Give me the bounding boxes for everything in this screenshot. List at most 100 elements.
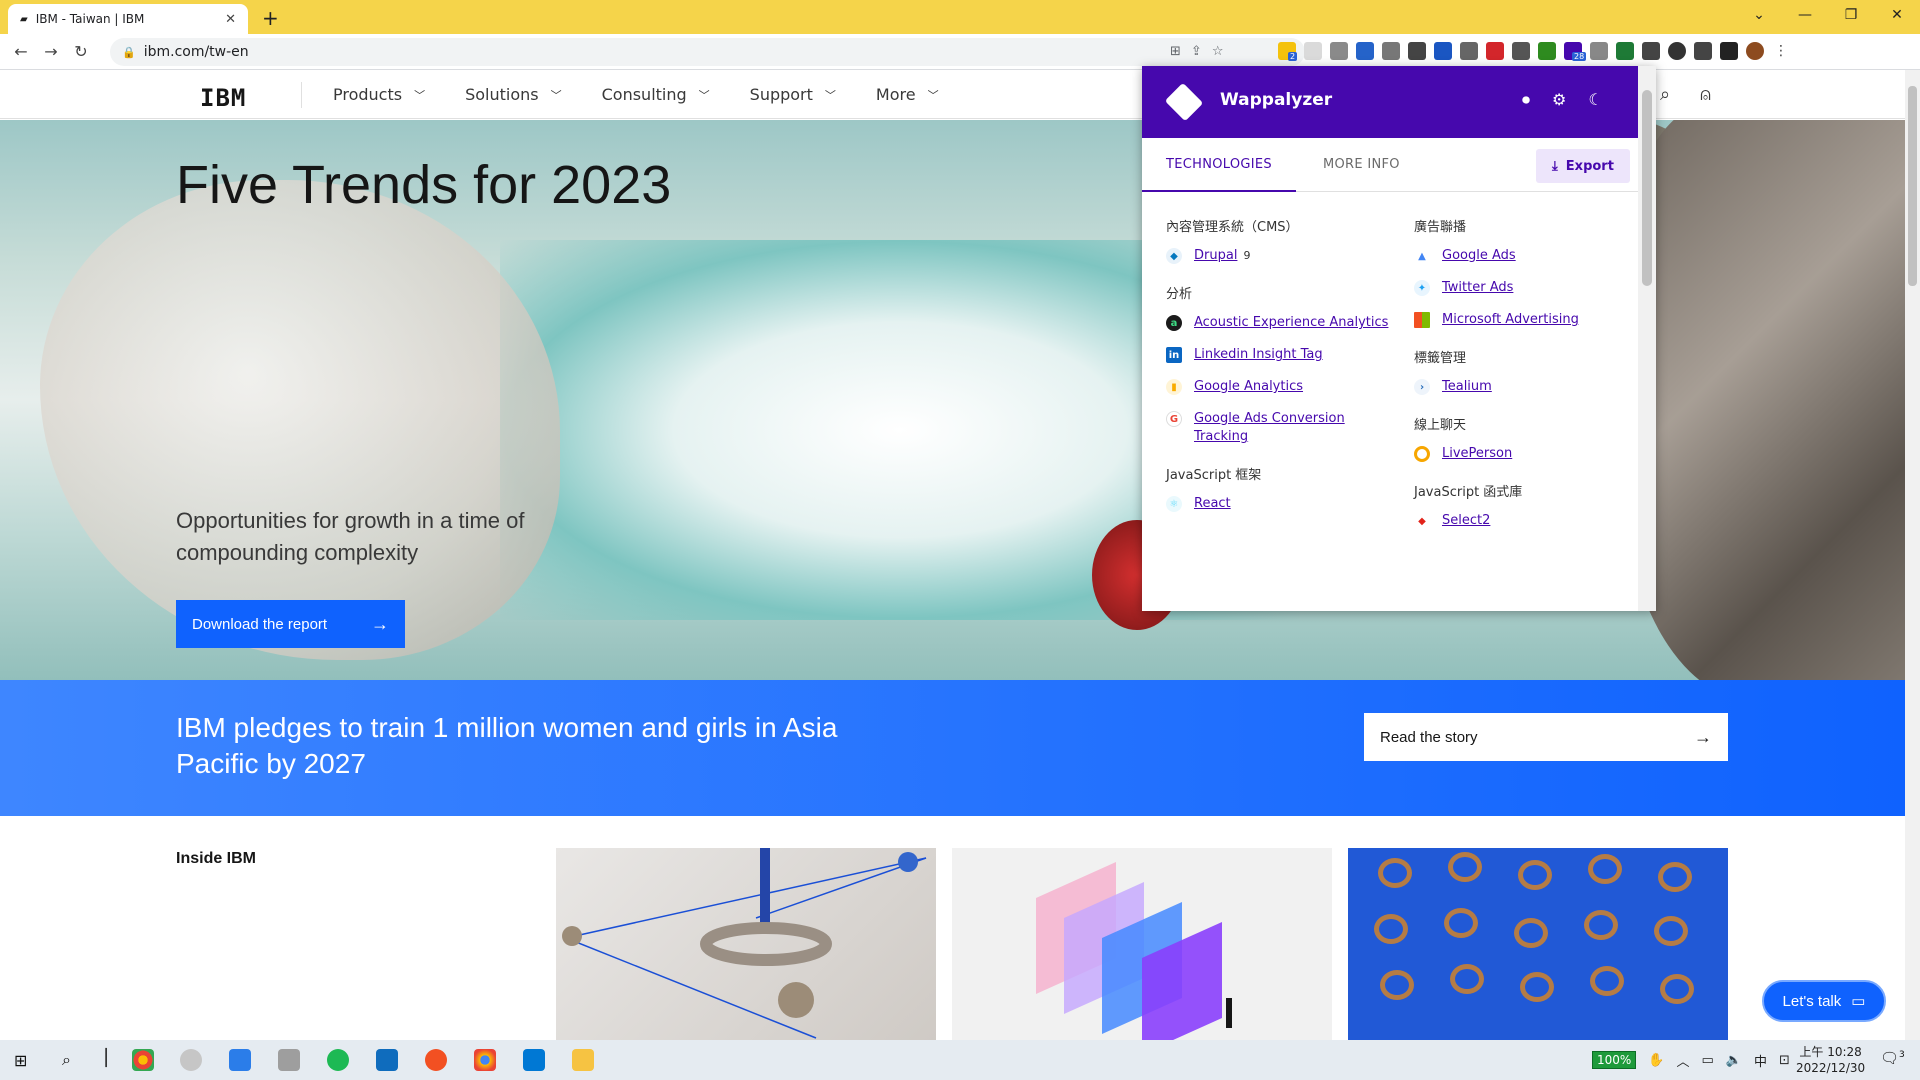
tech-name[interactable]: Google Ads [1442,247,1516,265]
close-window-icon[interactable]: ✕ [1874,0,1920,30]
chevron-up-icon[interactable]: ︿ [1677,1051,1690,1070]
lets-talk-button[interactable]: Let's talk ▭ [1762,980,1886,1022]
bw-extension-icon[interactable] [1538,42,1556,60]
nav-solutions[interactable]: Solutions ﹀ [465,70,562,119]
lock-icon[interactable]: 🔒 [122,46,136,59]
task-view-icon[interactable]: ⎪ [100,1048,112,1067]
restore-icon[interactable]: ❐ [1828,0,1874,30]
tech-item[interactable]: ◆ Drupal 9 [1166,247,1396,265]
chrome-menu-icon[interactable]: ⋮ [1772,42,1790,60]
battery-icon[interactable]: ▭ [1702,1053,1714,1068]
chrome-icon[interactable] [474,1049,496,1071]
tab-more-info[interactable]: MORE INFO [1299,138,1424,192]
search-icon[interactable]: ⌕ [62,1050,71,1070]
tech-name[interactable]: Google Analytics [1194,378,1303,396]
code-extension-icon[interactable] [1330,42,1348,60]
reload-icon[interactable]: ↻ [66,42,96,61]
extension-icon-13[interactable] [1590,42,1608,60]
tech-item[interactable]: Microsoft Advertising [1414,311,1644,329]
tech-item[interactable]: ▲ Google Ads [1414,247,1644,265]
move-extension-icon[interactable] [1460,42,1478,60]
vue-extension-icon[interactable] [1434,42,1452,60]
tech-name[interactable]: Microsoft Advertising [1442,311,1579,329]
export-button[interactable]: ⤓ Export [1536,149,1630,183]
outlook-icon[interactable] [376,1049,398,1071]
tech-name[interactable]: Linkedin Insight Tag [1194,346,1323,364]
toggle-icon[interactable]: ⏺ [1522,90,1530,110]
tech-name[interactable]: Google Ads Conversion Tracking [1194,410,1396,446]
nav-consulting[interactable]: Consulting ﹀ [602,70,710,119]
tech-name[interactable]: React [1194,495,1231,513]
wappalyzer-extension-icon[interactable]: 28 [1564,42,1587,61]
tech-item[interactable]: › Tealium [1414,378,1644,396]
ibm-logo[interactable]: IBM [200,84,246,112]
store-icon[interactable] [523,1049,545,1071]
taskbar-clock[interactable]: 上午 10:28 2022/12/30 [1796,1044,1865,1076]
nav-more[interactable]: More ﹀ [876,70,939,119]
inside-card-1[interactable] [556,848,936,1040]
tech-item[interactable]: ⚛ React [1166,495,1396,513]
gear-extension-icon[interactable] [1382,42,1400,60]
tech-name[interactable]: Drupal [1194,248,1237,263]
scrollbar-thumb[interactable] [1908,86,1917,286]
new-tab-button[interactable]: + [262,6,279,30]
spotify-icon[interactable] [327,1049,349,1071]
minimize-icon[interactable]: — [1782,0,1828,30]
page-scrollbar[interactable] [1905,70,1920,1040]
tech-name[interactable]: Twitter Ads [1442,279,1513,297]
color-extension-icon[interactable] [1668,42,1686,60]
tab-search-icon[interactable]: ⌄ [1736,0,1782,30]
windows-start-icon[interactable]: ⊞ [14,1051,27,1070]
share-icon[interactable]: ⇪ [1191,38,1202,66]
tech-name[interactable]: Acoustic Experience Analytics [1194,314,1388,332]
read-story-button[interactable]: Read the story → [1364,713,1728,761]
close-tab-icon[interactable]: ✕ [225,12,236,27]
back-icon[interactable]: ← [6,42,36,61]
download-report-button[interactable]: Download the report → [176,600,405,648]
tech-name[interactable]: LivePerson [1442,445,1512,463]
tech-item[interactable]: ◆ Select2 [1414,512,1644,530]
nav-support[interactable]: Support ﹀ [750,70,836,119]
chrome-canary-icon[interactable] [132,1049,154,1071]
tech-item[interactable]: LivePerson [1414,445,1644,463]
bracket-extension-icon[interactable] [1408,42,1426,60]
tab-extension-icon[interactable] [1642,42,1660,60]
copy-extension-icon[interactable] [1616,42,1634,60]
scrollbar-thumb[interactable] [1642,90,1652,286]
touch-icon[interactable]: ✋ [1648,1053,1664,1068]
translate-icon[interactable]: ⊞ [1170,38,1181,66]
tech-name[interactable]: Select2 [1442,512,1490,530]
pdf-extension-icon[interactable] [1486,42,1504,60]
window-extension-icon[interactable] [1356,42,1374,60]
popup-scrollbar[interactable] [1638,66,1656,611]
gear-icon[interactable]: ⚙ [1552,90,1566,110]
checkmark-extension-icon[interactable] [1304,42,1322,60]
tab-technologies[interactable]: TECHNOLOGIES [1142,138,1296,192]
browser-tab[interactable]: ▰ IBM - Taiwan | IBM ✕ [8,4,248,34]
nav-products[interactable]: Products ﹀ [333,70,425,119]
moon-icon[interactable]: ☾ [1588,90,1602,110]
user-icon[interactable]: ⍝ [1700,84,1711,105]
app-icon-2[interactable] [425,1049,447,1071]
address-bar[interactable]: 🔒 ibm.com/tw-en [110,38,1305,66]
tech-item[interactable]: G Google Ads Conversion Tracking [1166,410,1396,446]
speaker-icon[interactable]: 🔈 [1726,1053,1742,1068]
puzzle-extensions-icon[interactable] [1694,42,1712,60]
search-icon[interactable]: ⌕ [1660,84,1670,105]
bookmark-star-icon[interactable]: ☆ [1212,38,1224,66]
snipping-tool-icon[interactable] [180,1049,202,1071]
keyboard-icon[interactable]: ⊡ [1779,1053,1790,1068]
tech-item[interactable]: a Acoustic Experience Analytics [1166,314,1396,332]
tech-item[interactable]: ✦ Twitter Ads [1414,279,1644,297]
vscode-icon[interactable] [229,1049,251,1071]
inside-card-3[interactable] [1348,848,1728,1040]
battery-indicator[interactable]: 100% [1592,1051,1637,1069]
card-extension-icon[interactable] [1512,42,1530,60]
inside-card-2[interactable] [952,848,1332,1040]
tech-item[interactable]: ▮ Google Analytics [1166,378,1396,396]
side-panel-icon[interactable] [1720,42,1738,60]
app-icon[interactable] [278,1049,300,1071]
extension-icon-1[interactable]: 2 [1278,42,1298,61]
tech-item[interactable]: in Linkedin Insight Tag [1166,346,1396,364]
file-explorer-icon[interactable] [572,1049,594,1071]
